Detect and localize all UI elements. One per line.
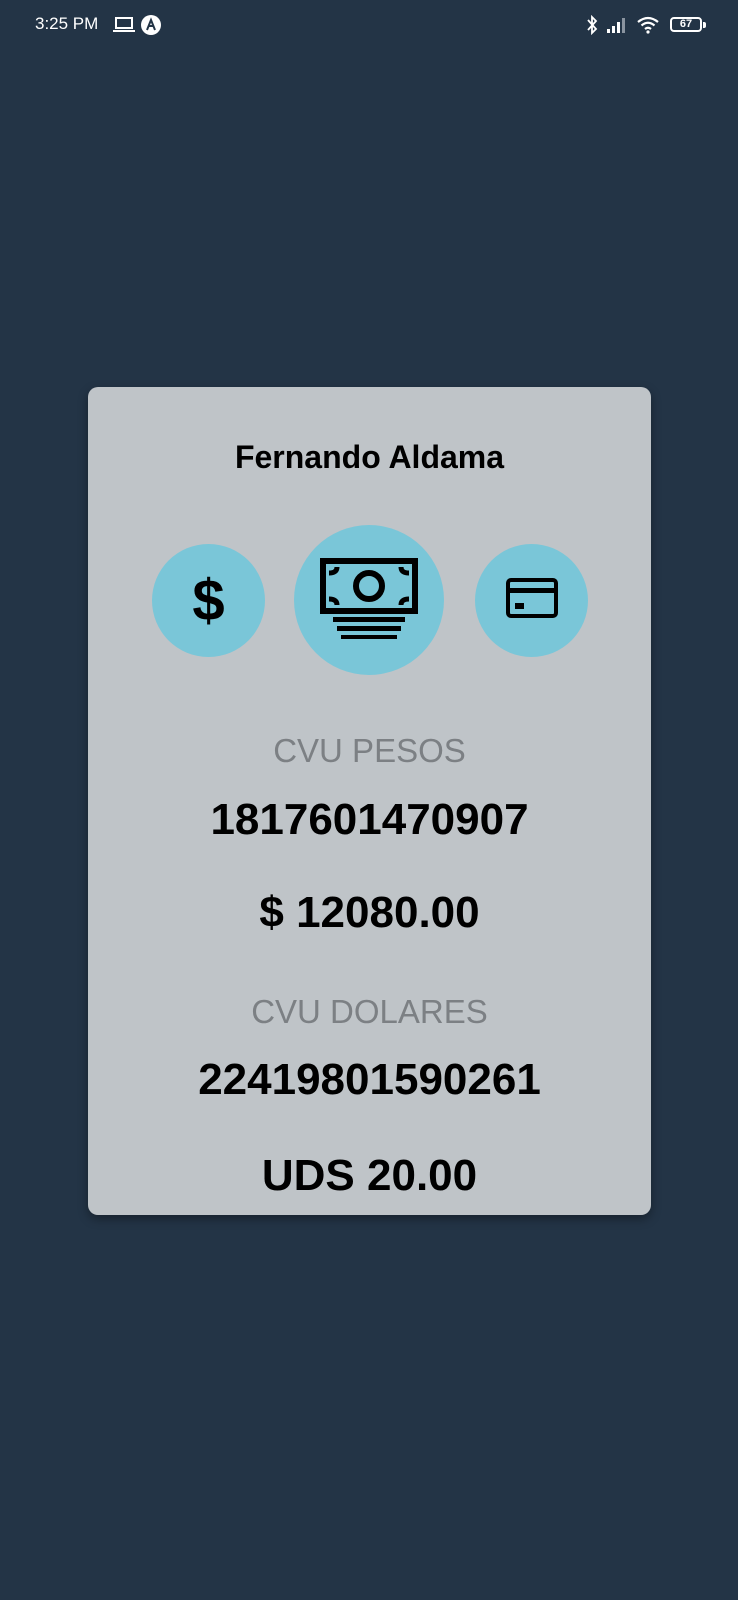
battery-tip — [703, 22, 706, 28]
credit-card-icon — [505, 577, 559, 624]
status-bar: 3:25 PM 67 — [0, 0, 738, 52]
wifi-icon — [636, 16, 660, 39]
dolares-balance: UDS 20.00 — [261, 1151, 478, 1200]
dollar-button[interactable]: $ — [152, 544, 265, 657]
laptop-icon — [113, 17, 135, 38]
app-notification-icon — [141, 15, 161, 40]
money-bill-icon — [319, 557, 419, 644]
status-time: 3:25 PM — [35, 14, 99, 33]
signal-icon — [606, 16, 628, 39]
account-card: Fernando Aldama $ CVU PESOS 181760147090… — [88, 387, 651, 1215]
card-button[interactable] — [475, 544, 588, 657]
cvu-pesos-label: CVU PESOS — [273, 732, 466, 769]
cvu-pesos-number: 1817601470907 — [210, 795, 529, 844]
bluetooth-icon — [586, 14, 598, 40]
money-button[interactable] — [294, 525, 444, 675]
dollar-icon: $ — [192, 567, 225, 633]
cvu-dolares-number: 22419801590261 — [198, 1055, 541, 1104]
pesos-balance: $ 12080.00 — [259, 888, 480, 937]
user-name: Fernando Aldama — [234, 439, 505, 475]
cvu-dolares-label: CVU DOLARES — [251, 993, 488, 1030]
battery-icon: 67 — [670, 17, 702, 32]
